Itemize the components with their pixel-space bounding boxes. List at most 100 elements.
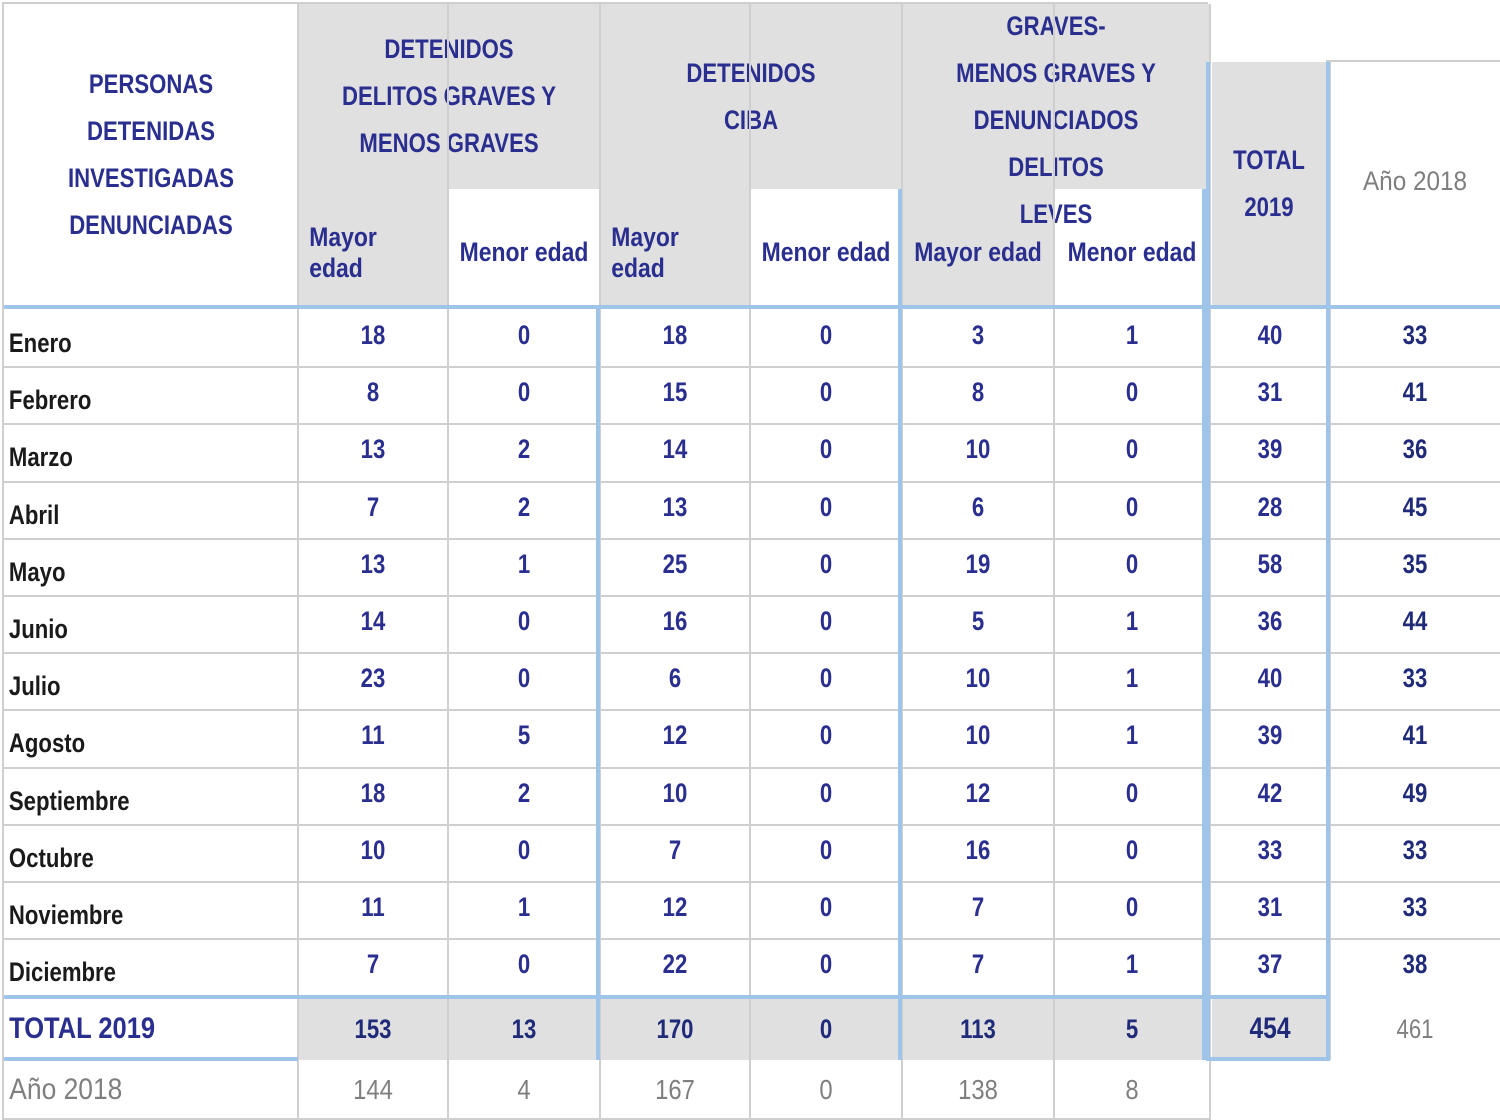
year-2018-cell: 144: [353, 1074, 393, 1105]
table-cell: 7: [366, 949, 380, 980]
grid-line: [2, 2, 4, 1120]
month-label: Mayo: [8, 556, 66, 587]
grid-line: [297, 4, 299, 1120]
row-total-2019: 28: [1257, 491, 1283, 522]
table-cell: 0: [1125, 377, 1139, 408]
total-cell: 170: [656, 1013, 694, 1044]
table-cell: 10: [965, 434, 991, 465]
subheader-mayor-edad: Mayor edad: [611, 221, 679, 283]
table-cell: 7: [668, 834, 682, 865]
table-cell: 13: [360, 434, 386, 465]
table-cell: 0: [819, 834, 833, 865]
table-cell: 13: [360, 548, 386, 579]
subheader-menor-edad: Menor edad: [761, 237, 891, 267]
table-cell: 0: [819, 548, 833, 579]
total-column-border: [1326, 62, 1330, 1060]
year-2018-label: Año 2018: [9, 1073, 123, 1106]
total-cell: 153: [354, 1013, 392, 1044]
row-year-2018: 33: [1402, 834, 1428, 865]
month-label: Julio: [8, 671, 61, 702]
table-cell: 12: [662, 892, 688, 923]
table-cell: 1: [517, 548, 531, 579]
row-divider: [4, 366, 1500, 369]
table-cell: 0: [819, 777, 833, 808]
month-label: Febrero: [8, 385, 92, 416]
row-total-2019: 37: [1257, 949, 1283, 980]
table-cell: 0: [819, 491, 833, 522]
year-2018-cell: 8: [1125, 1074, 1139, 1105]
row-total-2019: 42: [1257, 777, 1283, 808]
table-cell: 18: [360, 777, 386, 808]
row-divider: [4, 938, 1500, 941]
table-cell: 0: [1125, 491, 1139, 522]
table-cell: 1: [1125, 949, 1139, 980]
table-cell: 2: [517, 491, 531, 522]
grid-line: [749, 4, 751, 1120]
row-total-2019: 40: [1257, 663, 1283, 694]
table-cell: 5: [971, 606, 985, 637]
header-bottom-border: [4, 305, 1500, 309]
row-total-2019: 31: [1257, 892, 1283, 923]
table-cell: 0: [517, 949, 531, 980]
row-year-2018: 33: [1402, 663, 1428, 694]
row-total-2019: 36: [1257, 606, 1283, 637]
table-cell: 0: [819, 320, 833, 351]
row-divider: [4, 823, 1500, 826]
table-cell: 6: [971, 491, 985, 522]
total-cell: 13: [511, 1013, 537, 1044]
table-cell: 22: [662, 949, 688, 980]
row-year-2018: 36: [1402, 434, 1428, 465]
table-cell: 7: [971, 949, 985, 980]
total-label-bottom-border: [4, 1057, 298, 1061]
row-year-2018: 44: [1402, 606, 1428, 637]
subheader-mayor-edad: Mayor edad: [914, 237, 1042, 267]
table-cell: 10: [965, 720, 991, 751]
table-cell: 0: [819, 892, 833, 923]
row-divider: [4, 709, 1500, 712]
row-year-2018: 38: [1402, 949, 1428, 980]
row-year-2018: 41: [1402, 720, 1428, 751]
row-year-2018: 33: [1402, 320, 1428, 351]
subheader-mayor-edad: Mayor edad: [309, 221, 377, 283]
table-cell: 1: [1125, 320, 1139, 351]
table-cell: 8: [971, 377, 985, 408]
row-year-2018: 41: [1402, 377, 1428, 408]
month-label: Diciembre: [8, 957, 116, 988]
row-year-2018: 33: [1402, 892, 1428, 923]
total-column-border: [1206, 1057, 1330, 1061]
table-cell: 0: [517, 320, 531, 351]
table-cell: 0: [1125, 434, 1139, 465]
row-divider: [4, 652, 1500, 655]
year-2018-cell: 4: [517, 1074, 531, 1105]
month-label: Abril: [8, 499, 60, 530]
row-divider: [4, 537, 1500, 540]
table-cell: 0: [1125, 548, 1139, 579]
table-cell: 18: [662, 320, 688, 351]
row-divider: [4, 766, 1500, 769]
row-header: PERSONAS DETENIDAS INVESTIGADAS DENUNCIA…: [67, 69, 235, 240]
table-cell: 0: [517, 377, 531, 408]
table-cell: 7: [971, 892, 985, 923]
table-cell: 14: [662, 434, 688, 465]
month-label: Octubre: [8, 842, 94, 873]
total-2019-label: TOTAL 2019: [9, 1012, 156, 1045]
year-2018-header: Año 2018: [1362, 165, 1468, 196]
group2-header: DETENIDOS CIBA: [686, 57, 816, 135]
grid-line: [1053, 4, 1055, 1120]
total-top-border: [4, 995, 1208, 999]
total-cell: 113: [960, 1013, 996, 1044]
table-cell: 3: [971, 320, 985, 351]
month-label: Noviembre: [8, 900, 124, 931]
total-column-border: [1206, 995, 1330, 999]
row-total-2019: 31: [1257, 377, 1283, 408]
table-cell: 1: [1125, 663, 1139, 694]
table-cell: 15: [662, 377, 688, 408]
table-cell: 0: [1125, 834, 1139, 865]
month-label: Septiembre: [8, 785, 130, 816]
table-cell: 0: [819, 720, 833, 751]
row-divider: [4, 480, 1500, 483]
total-column-border: [1206, 62, 1210, 1060]
table-cell: 0: [819, 434, 833, 465]
month-label: Junio: [8, 614, 68, 645]
year-2018-cell: 138: [958, 1074, 998, 1105]
